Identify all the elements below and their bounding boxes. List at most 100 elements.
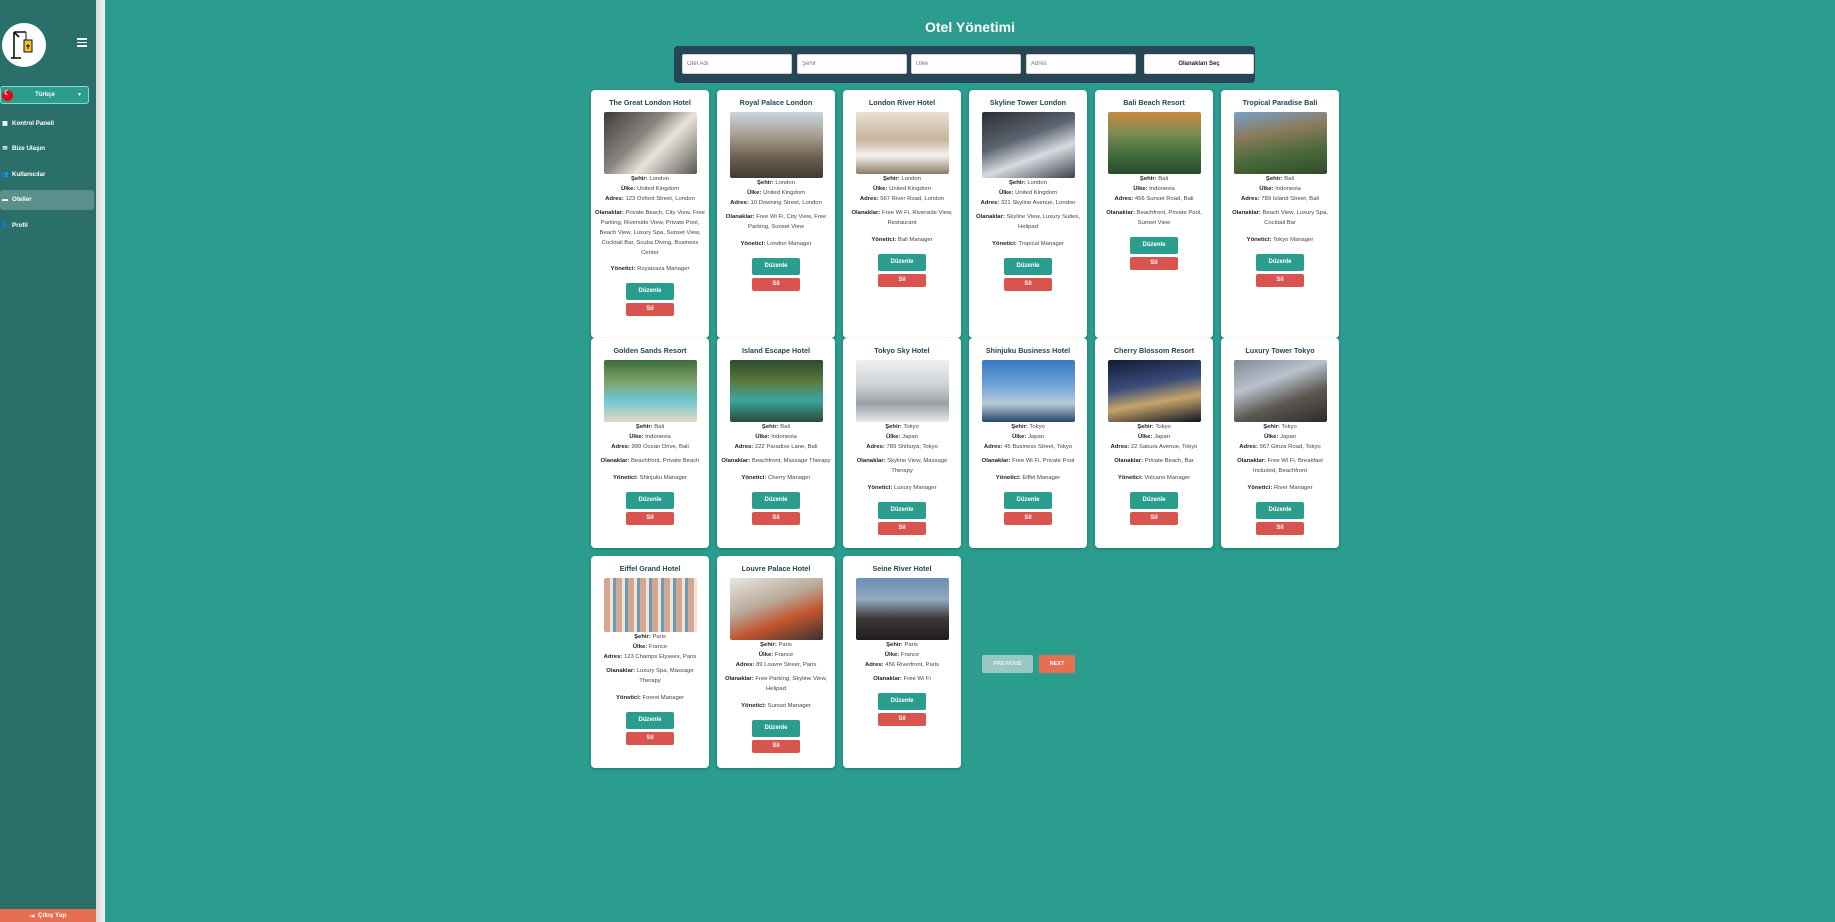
address-value: 123 Champs Elysees, Paris: [623, 653, 697, 660]
hotel-country: Ülke: United Kingdom: [973, 189, 1083, 199]
address-value: 456 Sunset Road, Bali: [1134, 195, 1194, 202]
city-value: Bali: [780, 424, 791, 430]
edit-button[interactable]: Düzenle: [752, 491, 800, 509]
manager-value: Luxury Manager: [893, 484, 937, 491]
caret-down-icon: ▼: [77, 92, 82, 98]
address-label: Adres:: [734, 443, 754, 450]
delete-button[interactable]: Sil: [1256, 273, 1304, 287]
hotel-card: Bali Beach Resort Şehir: Bali Ülke: Indone…: [1095, 90, 1213, 338]
country-value: Japan: [1027, 433, 1045, 440]
delete-button[interactable]: Sil: [878, 521, 926, 535]
hotel-name: The Great London Hotel: [609, 98, 691, 107]
country-label: Ülke:: [629, 433, 644, 440]
hotel-city: Şehir: London: [973, 179, 1083, 189]
address-value: 789 Shibuya, Tokyo: [886, 443, 938, 450]
address-label: Adres:: [611, 443, 630, 450]
address-value: 45 Business Street, Tokyo: [1004, 443, 1073, 450]
edit-button[interactable]: Düzenle: [1256, 253, 1304, 271]
city-label: Şehir:: [630, 176, 648, 182]
country-value: Japan: [1279, 433, 1297, 440]
sidebar-item-contact[interactable]: ✉ Bize Ulaşın: [0, 139, 94, 159]
amenities-value: Beachfront, Private Beach: [631, 458, 700, 465]
address-label: Adres:: [1110, 443, 1130, 450]
hotel-address: Adres: 123 Champs Elysees, Paris: [595, 653, 705, 663]
address-label: Adres:: [735, 661, 755, 668]
hamburger-menu-icon[interactable]: [77, 38, 87, 47]
amenities-value: Free Wi Fi, Riverside View, Restaurant: [881, 210, 953, 227]
edit-button[interactable]: Düzenle: [878, 501, 926, 519]
edit-button[interactable]: Düzenle: [626, 711, 674, 729]
delete-button[interactable]: Sil: [1256, 521, 1304, 535]
amenities-label: Olanaklar:: [606, 668, 636, 675]
delete-button[interactable]: Sil: [878, 273, 926, 287]
delete-button[interactable]: Sil: [626, 731, 674, 745]
city-input[interactable]: [797, 54, 907, 74]
hotel-country: Ülke: Indonesia: [595, 433, 705, 443]
edit-button[interactable]: Düzenle: [1004, 491, 1052, 509]
edit-button[interactable]: Düzenle: [878, 253, 926, 271]
hotel-name: Skyline Tower London: [989, 98, 1067, 107]
city-value: Bali: [1158, 176, 1169, 182]
delete-button[interactable]: Sil: [752, 511, 800, 525]
amenities-value: Free Wi Fi: [903, 676, 931, 683]
logout-button[interactable]: ⇥ Çıkış Yap: [0, 909, 96, 922]
country-label: Ülke:: [1259, 185, 1274, 192]
previous-button[interactable]: PREVIOUS: [982, 655, 1033, 673]
amenities-value: Beachfront, Private Pool, Sunset View: [1136, 210, 1202, 227]
city-label: Şehir:: [634, 634, 651, 640]
city-value: Tokyo: [1155, 424, 1171, 430]
language-label: Türkçe: [35, 92, 55, 98]
delete-button[interactable]: Sil: [1130, 511, 1178, 525]
country-value: France: [774, 651, 794, 658]
hotel-country: Ülke: Japan: [1099, 433, 1209, 443]
country-label: Ülke:: [873, 185, 888, 192]
amenities-label: Olanaklar:: [721, 458, 751, 465]
edit-button[interactable]: Düzenle: [1130, 491, 1178, 509]
hotel-amenities: Olanaklar: Skyline View, Massage Therapy: [847, 457, 957, 477]
city-value: Bali: [654, 424, 665, 430]
hotel-city: Şehir: Bali: [595, 423, 705, 433]
delete-button[interactable]: Sil: [626, 511, 674, 525]
edit-button[interactable]: Düzenle: [1256, 501, 1304, 519]
amenities-value: Beach View, Luxury Spa, Cocktail Bar: [1262, 210, 1328, 227]
delete-button[interactable]: Sil: [626, 303, 674, 317]
hotel-name-input[interactable]: [682, 54, 792, 74]
hotel-amenities: Olanaklar: Free Wi Fi, Private Pool: [973, 457, 1083, 467]
edit-button[interactable]: Düzenle: [626, 283, 674, 301]
city-value: Tokyo: [1029, 424, 1045, 430]
edit-button[interactable]: Düzenle: [1130, 236, 1178, 254]
edit-button[interactable]: Düzenle: [1004, 257, 1052, 275]
delete-button[interactable]: Sil: [752, 739, 800, 753]
address-input[interactable]: [1026, 54, 1136, 74]
country-label: Ülke:: [1263, 433, 1279, 440]
logo[interactable]: [2, 23, 46, 67]
delete-button[interactable]: Sil: [752, 277, 800, 291]
sidebar-item-users[interactable]: 👥 Kullanıcılar: [0, 164, 94, 184]
country-label: Ülke:: [755, 433, 770, 440]
delete-button[interactable]: Sil: [878, 713, 926, 727]
hotel-manager: Yönetici: Royalzaza Manager: [595, 265, 705, 275]
edit-button[interactable]: Düzenle: [752, 257, 800, 275]
edit-button[interactable]: Düzenle: [878, 693, 926, 711]
language-select[interactable]: Türkçe ▼: [0, 86, 89, 104]
edit-button[interactable]: Düzenle: [626, 491, 674, 509]
hotel-address: Adres: 999 Ocean Drive, Bali: [595, 443, 705, 453]
filter-bar: Olanakları Seç: [674, 46, 1255, 83]
hotel-address: Adres: 567 Ginza Road, Tokyo: [1225, 443, 1335, 453]
country-value: Japan: [1153, 433, 1171, 440]
sidebar-item-dashboard[interactable]: ▦ Kontrol Paneli: [0, 113, 94, 133]
delete-button[interactable]: Sil: [1130, 256, 1178, 270]
amenities-select-button[interactable]: Olanakları Seç: [1144, 54, 1254, 74]
amenities-label: Olanaklar:: [975, 214, 1005, 221]
country-input[interactable]: [911, 54, 1021, 74]
delete-button[interactable]: Sil: [1004, 511, 1052, 525]
delete-button[interactable]: Sil: [1004, 277, 1052, 291]
hotel-country: Ülke: United Kingdom: [847, 185, 957, 195]
address-value: 567 River Road, London: [880, 195, 945, 202]
sidebar-item-hotels[interactable]: ▬ Oteller: [0, 189, 94, 210]
next-button[interactable]: NEXT: [1039, 655, 1075, 673]
manager-label: Yönetici:: [740, 240, 766, 247]
city-value: London: [1027, 180, 1047, 186]
sidebar-item-profile[interactable]: 👤 Profil: [0, 215, 94, 235]
edit-button[interactable]: Düzenle: [752, 719, 800, 737]
